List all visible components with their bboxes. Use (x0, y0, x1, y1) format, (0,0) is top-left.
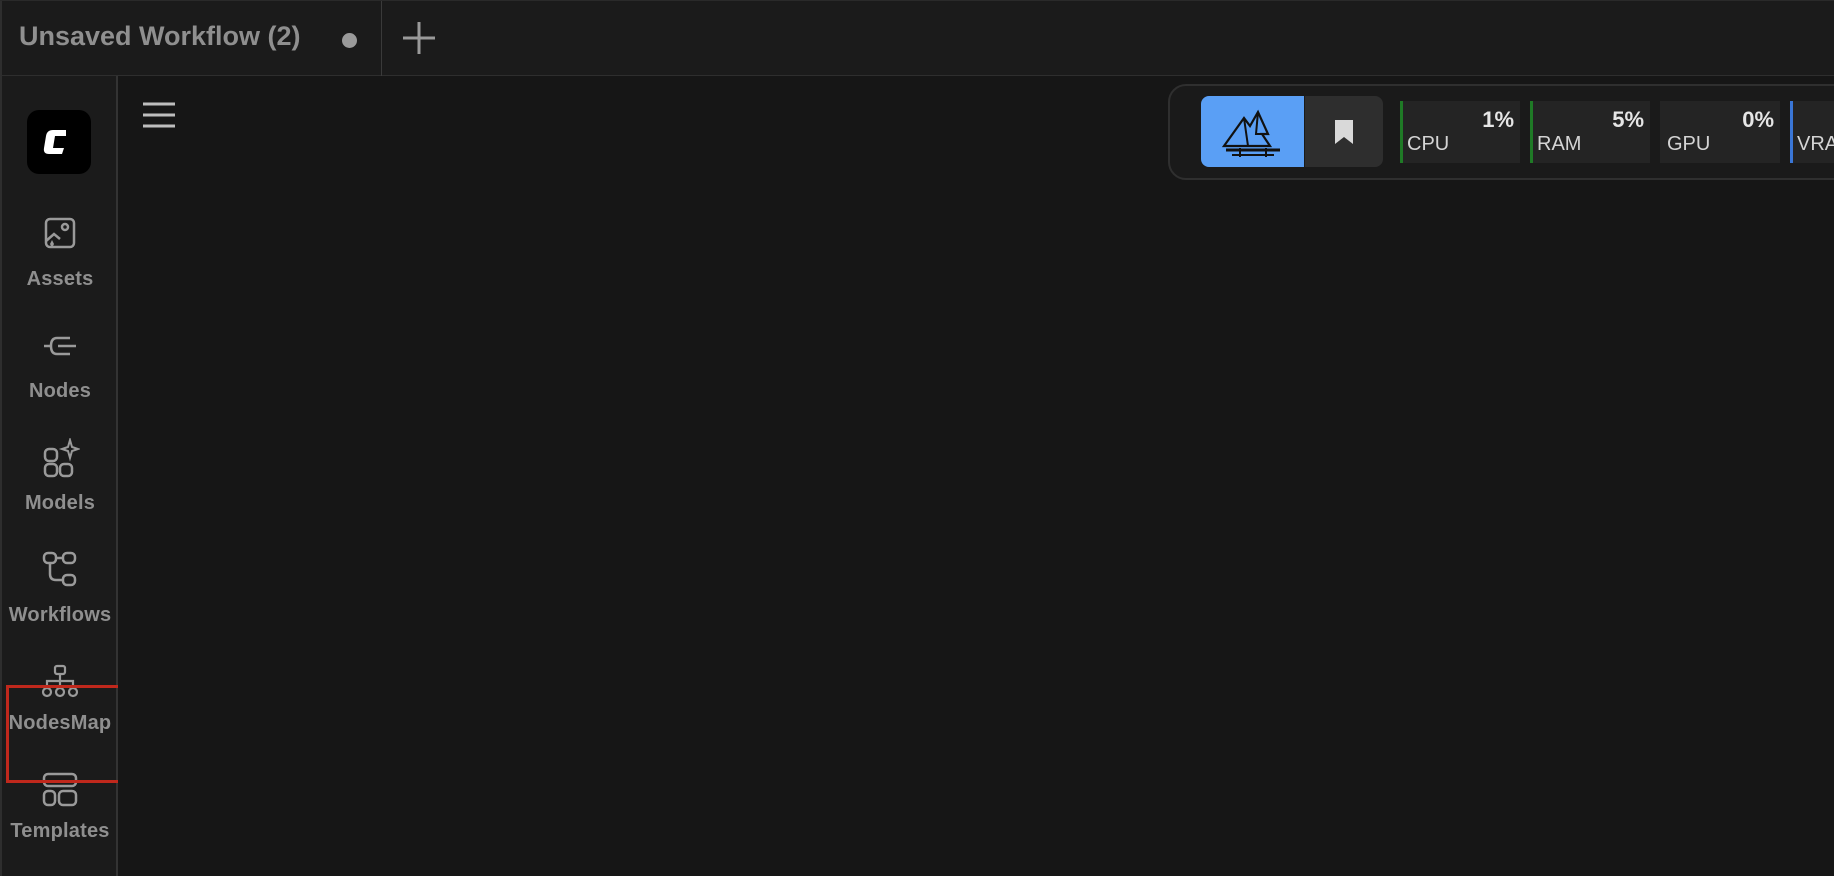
sidebar-item-nodesmap[interactable]: NodesMap (2, 662, 118, 762)
cpu-value: 1% (1482, 107, 1514, 132)
sidebar-item-label: NodesMap (8, 712, 112, 734)
tab-bar: Unsaved Workflow (2) (0, 0, 1834, 76)
image-sparkle-icon (44, 217, 76, 249)
layout-template-icon (42, 772, 78, 807)
workflow-canvas[interactable] (118, 76, 1834, 876)
sidebar-item-workflows[interactable]: Workflows (2, 550, 118, 650)
sidebar: Assets Nodes Models Workflows NodesMap T… (0, 76, 118, 876)
tab-title: Unsaved Workflow (2) (19, 21, 301, 51)
bookmark-button[interactable] (1305, 96, 1383, 167)
sidebar-item-models[interactable]: Models (2, 438, 118, 538)
sidebar-item-label: Assets (26, 268, 94, 290)
bookmark-icon (1335, 119, 1353, 144)
node-plug-icon (44, 336, 76, 356)
ram-stat: 5% RAM (1530, 101, 1650, 163)
sidebar-item-label: Models (24, 492, 96, 514)
unsaved-dot-icon[interactable] (342, 33, 357, 48)
cpu-label: CPU (1407, 133, 1450, 155)
sidebar-item-nodes[interactable]: Nodes (2, 326, 118, 426)
cpu-stat: 1% CPU (1400, 101, 1520, 163)
app-window: Unsaved Workflow (2) Assets Nodes Models… (0, 0, 1834, 876)
sidebar-item-templates[interactable]: Templates (2, 770, 118, 870)
hierarchy-icon (41, 664, 79, 698)
vram-label: VRA (1797, 133, 1834, 155)
plus-icon[interactable] (400, 19, 438, 57)
gpu-label: GPU (1667, 133, 1711, 155)
comfy-logo-icon[interactable] (27, 110, 91, 174)
ram-value: 5% (1612, 107, 1644, 132)
tab-unsaved-workflow[interactable]: Unsaved Workflow (2) (0, 1, 382, 76)
ram-label: RAM (1537, 133, 1582, 155)
sidebar-item-label: Nodes (28, 380, 92, 402)
gpu-stat: 0% GPU (1660, 101, 1780, 163)
mountain-logo-icon (1221, 109, 1280, 157)
sidebar-item-label: Templates (10, 820, 110, 842)
sidebar-item-label: Workflows (8, 604, 112, 626)
hamburger-menu-icon[interactable] (141, 100, 177, 130)
gpu-value: 0% (1742, 107, 1774, 132)
sidebar-item-assets[interactable]: Assets (2, 214, 118, 314)
mountain-logo-button[interactable] (1201, 96, 1304, 167)
workflow-branch-icon (42, 551, 77, 587)
grid-sparkle-icon (43, 438, 80, 478)
vram-stat: VRA (1790, 101, 1834, 163)
